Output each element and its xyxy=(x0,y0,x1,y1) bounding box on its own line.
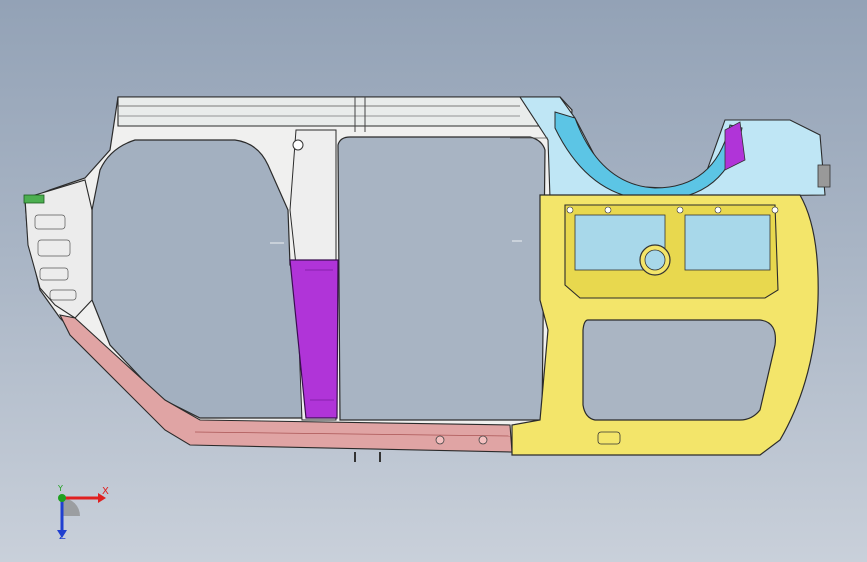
body-side-model[interactable] xyxy=(0,0,867,562)
z-axis-label: Z xyxy=(59,531,66,542)
x-axis-label: X xyxy=(102,486,109,497)
quarter-lower-cutout xyxy=(582,319,777,421)
y-axis-dot xyxy=(58,494,66,502)
y-axis-label: Y xyxy=(58,484,63,493)
cad-viewport[interactable]: X Y Z xyxy=(0,0,867,562)
roof-rail xyxy=(117,96,561,127)
rear-door-opening xyxy=(337,136,546,421)
